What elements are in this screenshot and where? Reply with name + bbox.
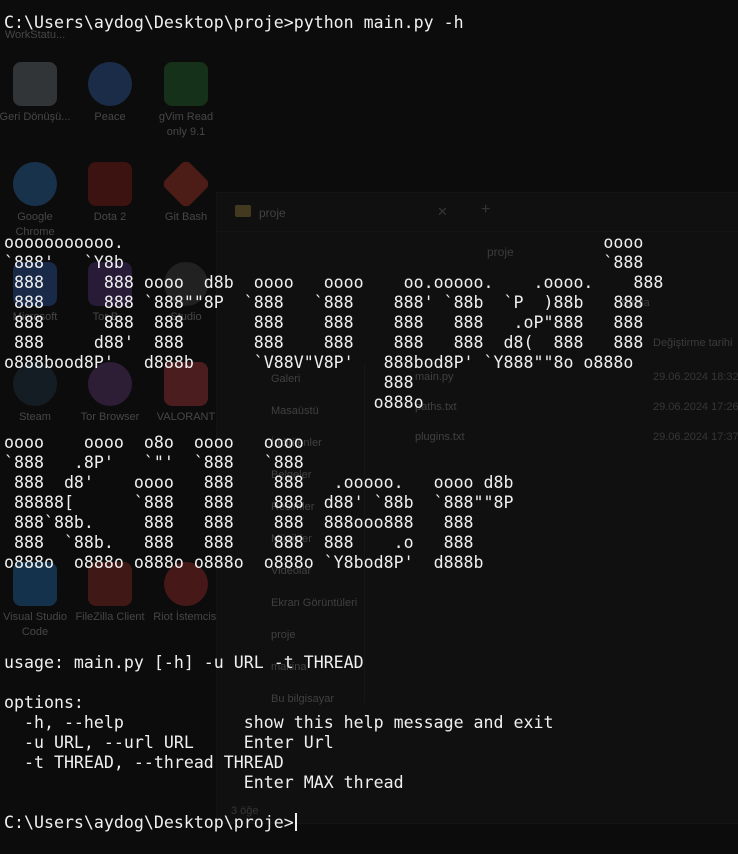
ascii-banner-line: o888o bbox=[4, 393, 424, 412]
option-line: -t THREAD, --thread THREAD bbox=[4, 753, 284, 772]
ascii-banner-line: 888 888 888 888 888 888 888 .oP"888 888 bbox=[4, 313, 644, 332]
ascii-banner-line: `888 .8P' `"' `888 `888 bbox=[4, 453, 304, 472]
ascii-banner-line: 888 d88' 888 888 888 888 888 d8( 888 888 bbox=[4, 333, 644, 352]
options-header: options: bbox=[4, 693, 84, 712]
ascii-banner-line: `888' `Y8b `888 bbox=[4, 253, 644, 272]
ascii-banner-line: 888`88b. 888 888 888 888ooo888 888 bbox=[4, 513, 474, 532]
ascii-banner-line: o888o o888o o888o o888o o888o `Y8bod8P' … bbox=[4, 553, 484, 572]
prompt-text: C:\Users\aydog\Desktop\proje> bbox=[4, 813, 294, 832]
option-line: -u URL, --url URL Enter Url bbox=[4, 733, 334, 752]
ascii-banner-line: o888bood8P' d888b `V88V"V8P' 888bod8P' `… bbox=[4, 353, 634, 372]
command-line: C:\Users\aydog\Desktop\proje>python main… bbox=[4, 13, 464, 32]
ascii-banner-line: 888 d8' oooo 888 888 .ooooo. oooo d8b bbox=[4, 473, 514, 492]
ascii-banner-line: ooooooooooo. oooo bbox=[4, 233, 644, 252]
option-line: -h, --help show this help message and ex… bbox=[4, 713, 554, 732]
usage-line: usage: main.py [-h] -u URL -t THREAD bbox=[4, 653, 364, 672]
option-line: Enter MAX thread bbox=[4, 773, 404, 792]
ascii-banner-line: 888 888 `888""8P `888 `888 888' `88b `P … bbox=[4, 293, 644, 312]
terminal-window[interactable]: C:\Users\aydog\Desktop\proje>python main… bbox=[0, 0, 738, 854]
ascii-banner-line: 888 `88b. 888 888 888 888 .o 888 bbox=[4, 533, 474, 552]
input-prompt-line[interactable]: C:\Users\aydog\Desktop\proje> bbox=[4, 813, 297, 833]
ascii-banner-line: 888 888 oooo d8b oooo oooo oo.ooooo. .oo… bbox=[4, 273, 664, 292]
text-cursor bbox=[294, 813, 297, 831]
ascii-banner-line: 888 bbox=[4, 373, 414, 392]
ascii-banner-line: oooo oooo o8o oooo oooo bbox=[4, 433, 304, 452]
ascii-banner-line: 88888[ `888 888 888 d88' `88b `888""8P bbox=[4, 493, 514, 512]
